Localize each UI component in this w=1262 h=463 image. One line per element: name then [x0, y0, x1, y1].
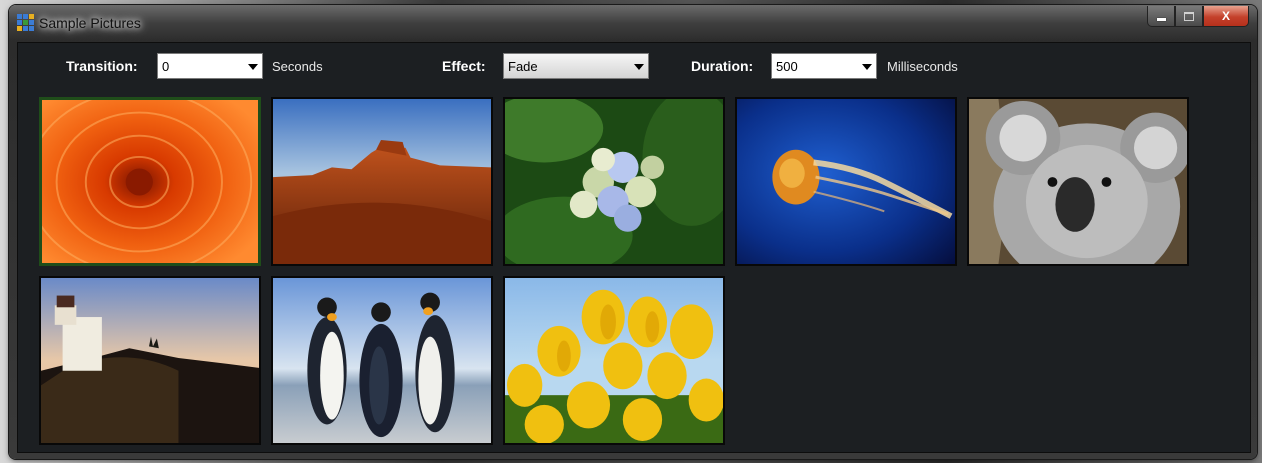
thumbnail-chrysanthemum[interactable]	[39, 97, 261, 266]
effect-value: Fade	[508, 59, 538, 74]
penguins-image	[273, 278, 491, 443]
caption-buttons: X	[1147, 6, 1249, 27]
duration-unit: Milliseconds	[887, 59, 958, 74]
app-grid-icon	[17, 14, 34, 31]
thumbnail-penguins[interactable]	[271, 276, 493, 445]
transition-unit: Seconds	[272, 59, 323, 74]
thumbnail-lighthouse[interactable]	[39, 276, 261, 445]
duration-select[interactable]: 500	[771, 53, 877, 79]
chrysanthemum-image	[42, 100, 258, 263]
thumbnail-koala[interactable]	[967, 97, 1189, 266]
thumbnail-hydrangeas[interactable]	[503, 97, 725, 266]
chevron-down-icon	[248, 64, 258, 70]
sample-pictures-window: Sample Pictures X Transition: 0 Seconds …	[9, 5, 1257, 459]
koala-image	[969, 99, 1187, 264]
close-icon: X	[1221, 9, 1230, 23]
minimize-button[interactable]	[1147, 6, 1175, 27]
transition-select[interactable]: 0	[157, 53, 263, 79]
effect-select[interactable]: Fade	[503, 53, 649, 79]
hydrangeas-image	[505, 99, 723, 264]
transition-label: Transition:	[66, 58, 138, 74]
effect-label: Effect:	[442, 58, 486, 74]
duration-label: Duration:	[691, 58, 754, 74]
thumbnail-jellyfish[interactable]	[735, 97, 957, 266]
maximize-button[interactable]	[1175, 6, 1203, 27]
jellyfish-image	[737, 99, 955, 264]
desert-image	[273, 99, 491, 264]
lighthouse-image	[41, 278, 259, 443]
thumbnail-tulips[interactable]	[503, 276, 725, 445]
chevron-down-icon	[862, 64, 872, 70]
title-bar[interactable]: Sample Pictures X	[9, 5, 1257, 39]
maximize-icon	[1184, 11, 1194, 21]
close-button[interactable]: X	[1203, 6, 1249, 27]
chevron-down-icon	[634, 64, 644, 70]
tulips-image	[505, 278, 723, 443]
slideshow-toolbar: Transition: 0 Seconds Effect: Fade Durat…	[18, 43, 1250, 83]
client-area: Transition: 0 Seconds Effect: Fade Durat…	[17, 42, 1251, 453]
duration-value: 500	[776, 59, 798, 74]
minimize-icon	[1156, 17, 1166, 21]
transition-value: 0	[162, 59, 170, 74]
thumbnail-desert[interactable]	[271, 97, 493, 266]
window-title: Sample Pictures	[39, 15, 141, 31]
